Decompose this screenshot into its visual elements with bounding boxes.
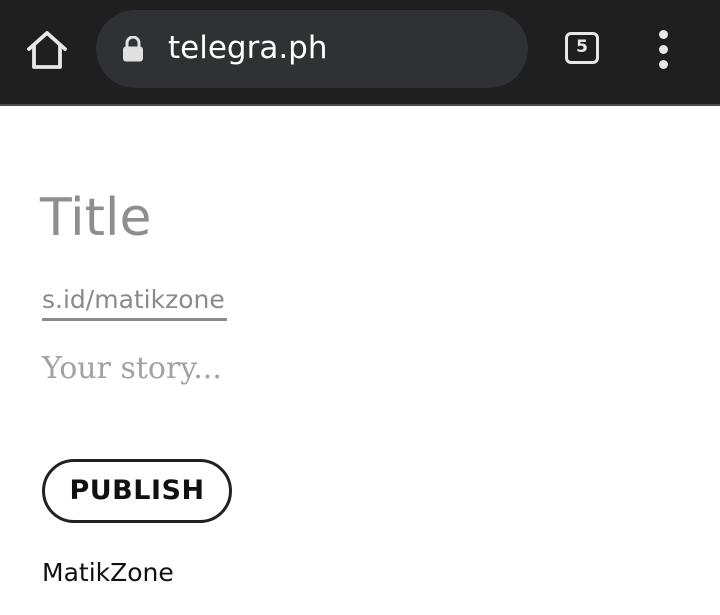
url-text: telegra.ph [168,30,328,66]
home-button[interactable] [24,28,70,74]
home-icon [27,31,67,69]
tab-switcher-button[interactable]: 5 [565,32,599,64]
title-input[interactable]: Title [40,186,151,250]
author-input[interactable]: s.id/matikzone [42,282,225,318]
more-vert-icon[interactable] [650,30,678,70]
address-bar[interactable]: telegra.ph [96,10,528,88]
browser-toolbar: telegra.ph 5 [0,0,720,106]
author-name: MatikZone [42,558,174,587]
publish-button[interactable]: PUBLISH [42,459,232,523]
editor-page: Title s.id/matikzone Your story... PUBLI… [0,106,720,615]
story-input[interactable]: Your story... [42,348,222,390]
author-underline [42,318,227,321]
lock-icon [123,36,143,62]
